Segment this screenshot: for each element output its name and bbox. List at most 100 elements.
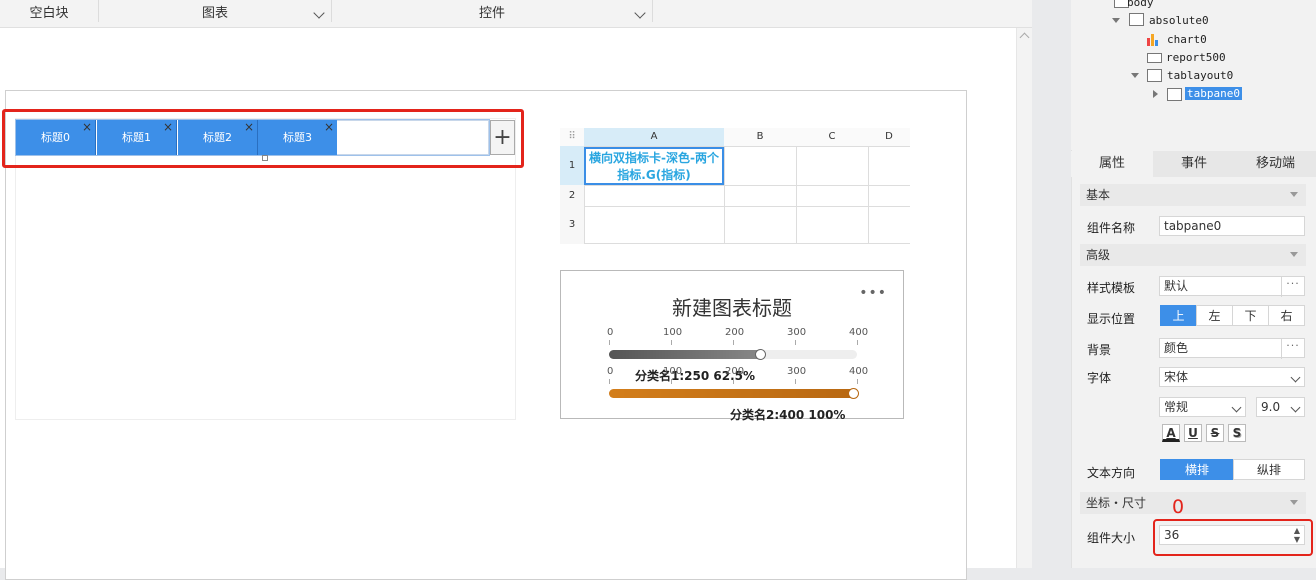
chart-widget[interactable]: 新建图表标题 ••• 0 100 200 300 400 分类名1:250 62.5% 0 1… (560, 270, 904, 422)
column-header[interactable]: A (584, 128, 725, 147)
style-value: 默认 (1164, 279, 1189, 293)
report-grid[interactable]: ⠿ A B C D 1 2 3 (560, 128, 910, 244)
collapse-icon[interactable] (1290, 192, 1298, 197)
tick-mark (733, 379, 734, 384)
tab-events[interactable]: 事件 (1153, 151, 1235, 177)
expand-arrow-icon[interactable] (1112, 18, 1120, 23)
tick-label: 0 (607, 366, 614, 377)
expand-arrow-icon[interactable] (1131, 73, 1139, 78)
tree-node-report500[interactable]: report500 (1166, 51, 1226, 64)
row-header[interactable]: 3 (560, 206, 585, 244)
row-header[interactable]: 1 (560, 146, 585, 186)
highlight-box (2, 109, 524, 168)
component-name-input[interactable]: tabpane0 (1159, 216, 1305, 236)
column-header[interactable]: D (868, 128, 910, 147)
grid-line (584, 185, 910, 186)
tick-label: 400 (849, 366, 869, 377)
size-label: 组件大小 (1087, 531, 1136, 545)
shadow-button[interactable]: S (1228, 424, 1246, 442)
more-icon[interactable]: ··· (1281, 277, 1304, 297)
direction-vertical[interactable]: 纵排 (1233, 459, 1305, 480)
chevron-down-icon (634, 7, 646, 19)
toolbar-divider (331, 0, 332, 22)
tick-label: 0 (607, 327, 614, 338)
tab-mobile[interactable]: 移动端 (1235, 151, 1316, 177)
annotation-label: 0 (1172, 496, 1185, 518)
gauge-knob (755, 349, 766, 360)
column-header[interactable]: B (724, 128, 797, 147)
tree-node-absolute0[interactable]: absolute0 (1149, 14, 1209, 27)
tree-node-tabpane0[interactable]: tabpane0 (1185, 87, 1242, 100)
blank-block-button[interactable]: 空白块 (0, 0, 98, 27)
underline-button[interactable]: U (1184, 424, 1202, 442)
background-value: 颜色 (1164, 341, 1189, 355)
font-size-select[interactable]: 9.0 (1256, 397, 1305, 417)
tick-mark (609, 340, 610, 345)
section-basic[interactable]: 基本 (1080, 184, 1306, 206)
collapse-icon[interactable] (1290, 500, 1298, 505)
grid-line (868, 146, 869, 244)
tick-label: 200 (725, 366, 745, 377)
chevron-down-icon (1290, 372, 1301, 383)
gauge-bar (609, 350, 764, 359)
collapse-icon[interactable] (1290, 252, 1298, 257)
chart-dropdown[interactable]: 图表 (100, 0, 330, 27)
tick-label: 300 (787, 327, 807, 338)
font-style-select[interactable]: 常规 (1159, 397, 1246, 417)
direction-horizontal[interactable]: 横排 (1160, 459, 1234, 480)
font-value: 宋体 (1164, 370, 1189, 384)
tree-node-chart0[interactable]: chart0 (1167, 33, 1207, 46)
tick-label: 400 (849, 327, 869, 338)
tick-mark (857, 340, 858, 345)
report-icon (1147, 53, 1162, 63)
tick-label: 200 (725, 327, 745, 338)
font-size-value: 9.0 (1261, 400, 1281, 414)
section-coord-size[interactable]: 坐标・尺寸 (1080, 492, 1306, 514)
section-title: 基本 (1086, 188, 1111, 202)
tick-label: 100 (663, 327, 683, 338)
scroll-up-icon[interactable] (1019, 32, 1030, 43)
tab-properties[interactable]: 属性 (1071, 151, 1153, 177)
strikethrough-button[interactable]: S (1206, 424, 1224, 442)
vertical-scrollbar[interactable] (1016, 28, 1032, 568)
font-color-button[interactable]: A (1162, 424, 1180, 442)
position-left[interactable]: 左 (1196, 305, 1233, 326)
widget-tree: body absolute0 chart0 report500 tablayou… (1071, 0, 1316, 150)
background-input[interactable]: 颜色 ··· (1159, 338, 1305, 359)
toolbar-divider (98, 0, 99, 22)
position-right[interactable]: 右 (1268, 305, 1305, 326)
gauge-knob (848, 388, 859, 399)
grid-line (796, 146, 797, 244)
toolbar-divider (652, 0, 653, 22)
font-label: 字体 (1087, 371, 1112, 385)
position-label: 显示位置 (1087, 312, 1136, 326)
tick-mark (795, 379, 796, 384)
more-icon[interactable]: ··· (1281, 339, 1304, 359)
chart-icon (1147, 34, 1158, 46)
tree-node-body[interactable]: body (1127, 0, 1154, 9)
position-top[interactable]: 上 (1160, 305, 1197, 326)
control-dropdown-label: 控件 (478, 6, 505, 21)
style-template-input[interactable]: 默认 ··· (1159, 276, 1305, 297)
control-dropdown[interactable]: 控件 (333, 0, 651, 27)
widget-toolbar: 空白块 图表 控件 (0, 0, 1032, 28)
position-bottom[interactable]: 下 (1232, 305, 1269, 326)
collapsed-arrow-icon[interactable] (1153, 90, 1158, 98)
row-header[interactable]: 2 (560, 185, 585, 207)
grid-corner-icon[interactable]: ⠿ (560, 128, 585, 147)
tick-label: 100 (663, 366, 683, 377)
gauge-label: 分类名2:400 100% (730, 408, 846, 422)
column-header[interactable]: C (796, 128, 869, 147)
font-family-select[interactable]: 宋体 (1159, 367, 1305, 387)
section-advanced[interactable]: 高级 (1080, 244, 1306, 266)
panel-tabs: 属性 事件 移动端 (1071, 151, 1316, 177)
cell-a1[interactable]: 横向双指标卡-深色-两个指标.G(指标) (584, 147, 724, 185)
tree-node-tablayout0[interactable]: tablayout0 (1167, 69, 1233, 82)
tick-mark (795, 340, 796, 345)
tick-mark (671, 340, 672, 345)
style-label: 样式模板 (1087, 281, 1136, 295)
more-icon[interactable]: ••• (859, 285, 887, 301)
tick-label: 300 (787, 366, 807, 377)
grid-line (584, 243, 910, 244)
grid-line (584, 206, 910, 207)
